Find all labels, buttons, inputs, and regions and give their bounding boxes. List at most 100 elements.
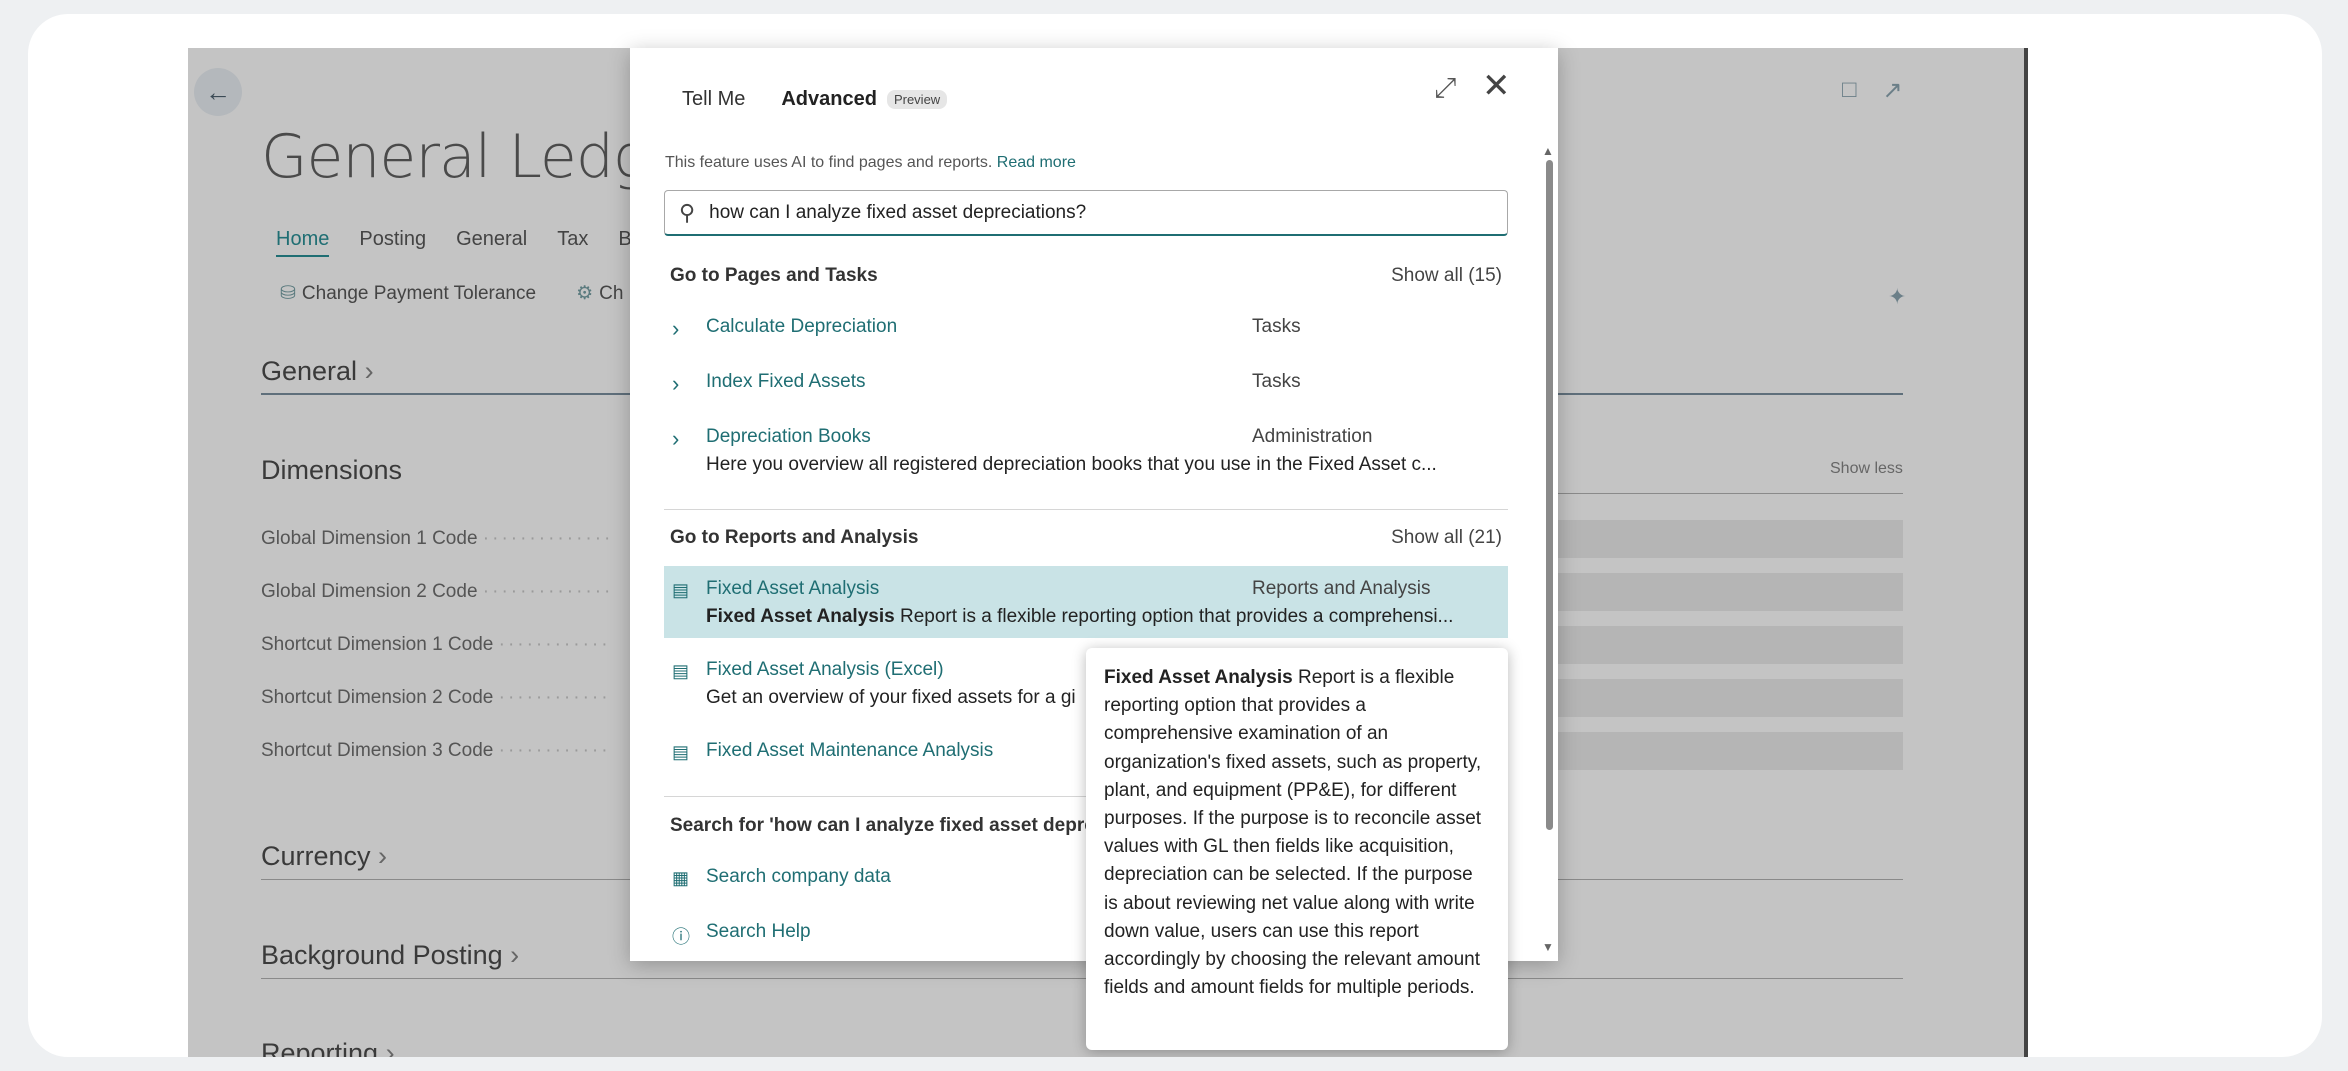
result-description-bold: Fixed Asset Analysis (706, 606, 895, 627)
tab-advanced[interactable]: Advanced Preview (781, 88, 948, 111)
action-bar: ⛁ Change Payment Tolerance ⚙ Ch (280, 282, 623, 305)
pages-group-title: Go to Pages and Tasks (670, 265, 878, 286)
field-label: Global Dimension 1 Code (261, 528, 478, 549)
reports-group-title: Go to Reports and Analysis (670, 527, 919, 548)
tooltip-bold: Fixed Asset Analysis (1104, 667, 1293, 688)
chevron-right-icon: › (672, 316, 680, 341)
report-doc-icon: ▤ (672, 742, 690, 762)
bookmark-icon[interactable]: □ (1842, 76, 1857, 105)
section-general[interactable]: General › (261, 356, 374, 387)
field-label: Global Dimension 2 Code (261, 581, 478, 602)
preview-badge: Preview (886, 90, 948, 109)
expand-icon[interactable]: ⤢ (1434, 72, 1456, 105)
field-global-dimension-1: Global Dimension 1 Code ·············· (261, 528, 614, 549)
field-input[interactable] (1538, 626, 1903, 664)
result-index-fixed-assets[interactable]: › Index Fixed Assets Tasks (664, 371, 1508, 401)
ai-note-text: This feature uses AI to find pages and r… (665, 154, 993, 171)
field-shortcut-dimension-2: Shortcut Dimension 2 Code ············ (261, 687, 611, 708)
result-description: Here you overview all registered depreci… (706, 454, 1437, 475)
result-name: Fixed Asset Maintenance Analysis (706, 740, 994, 761)
result-description-tooltip: Fixed Asset Analysis Report is a flexibl… (1086, 648, 1508, 1050)
help-circle-icon: ⓘ (672, 927, 690, 947)
group-divider (664, 509, 1508, 510)
field-shortcut-dimension-1: Shortcut Dimension 1 Code ············ (261, 634, 611, 655)
result-name: Depreciation Books (706, 426, 871, 447)
tab-posting[interactable]: Posting (359, 228, 426, 257)
pages-show-all-link[interactable]: Show all (15) (1391, 265, 1502, 287)
page-edge (2024, 48, 2028, 1057)
reports-show-all-link[interactable]: Show all (21) (1391, 527, 1502, 549)
field-label: Shortcut Dimension 3 Code (261, 740, 494, 761)
ai-search-icon: ⚲ (679, 199, 696, 225)
section-currency-label: Currency (261, 841, 371, 871)
tab-general[interactable]: General (456, 228, 527, 257)
search-group-title: Search for 'how can I analyze fixed asse… (670, 815, 1095, 836)
result-description-text: Report is a flexible reporting option th… (894, 606, 1454, 627)
back-button[interactable]: ← (194, 68, 242, 116)
result-category: Administration (1252, 426, 1373, 447)
tab-home[interactable]: Home (276, 228, 330, 257)
tab-advanced-label: Advanced (781, 88, 877, 110)
field-global-dimension-2: Global Dimension 2 Code ·············· (261, 581, 614, 602)
payment-icon: ⛁ (280, 283, 296, 304)
search-input[interactable]: ⚲ how can I analyze fixed asset deprecia… (664, 190, 1508, 236)
dialog-tabs: Tell Me Advanced Preview (682, 88, 948, 111)
section-reporting[interactable]: Reporting › (261, 1038, 395, 1057)
close-icon[interactable]: ✕ (1482, 66, 1511, 106)
result-fixed-asset-analysis[interactable]: ▤ Fixed Asset Analysis Reports and Analy… (664, 578, 1508, 638)
share-icon[interactable]: ↗ (1883, 76, 1903, 105)
tooltip-text: Report is a flexible reporting option th… (1104, 667, 1482, 999)
section-divider (1538, 493, 1903, 494)
read-more-link[interactable]: Read more (997, 154, 1076, 171)
section-currency[interactable]: Currency › (261, 841, 387, 872)
edit-icon: ⚙ (576, 283, 594, 304)
back-arrow-icon: ← (205, 76, 231, 107)
field-label: Shortcut Dimension 2 Code (261, 687, 494, 708)
result-name: Search Help (706, 921, 811, 942)
section-general-label: General (261, 356, 358, 386)
show-less-link[interactable]: Show less (1830, 460, 1903, 478)
field-input[interactable] (1538, 732, 1903, 770)
tab-tax[interactable]: Tax (557, 228, 588, 257)
field-input[interactable] (1538, 573, 1903, 611)
scrollbar-thumb[interactable] (1546, 160, 1553, 830)
result-name: Search company data (706, 866, 891, 887)
result-name: Index Fixed Assets (706, 371, 866, 392)
section-background-posting[interactable]: Background Posting › (261, 940, 519, 971)
chevron-right-icon: › (672, 371, 680, 396)
result-depreciation-books[interactable]: › Depreciation Books Administration Here… (664, 426, 1508, 486)
result-name: Calculate Depreciation (706, 316, 898, 337)
section-background-posting-label: Background Posting (261, 940, 503, 970)
report-doc-icon: ▤ (672, 661, 690, 681)
result-category: Tasks (1252, 316, 1301, 337)
scroll-down-arrow[interactable]: ▼ (1542, 940, 1554, 954)
field-shortcut-dimension-3: Shortcut Dimension 3 Code ············ (261, 740, 611, 761)
report-doc-icon: ▤ (672, 580, 690, 600)
section-reporting-label: Reporting (261, 1038, 379, 1057)
ai-note: This feature uses AI to find pages and r… (665, 154, 1076, 172)
building-icon: ▦ (672, 868, 690, 888)
search-input-value: how can I analyze fixed asset depreciati… (709, 201, 1087, 223)
result-calculate-depreciation[interactable]: › Calculate Depreciation Tasks (664, 316, 1508, 346)
field-input[interactable] (1538, 520, 1903, 558)
tab-tell-me[interactable]: Tell Me (682, 88, 745, 111)
ch-action[interactable]: ⚙ Ch (576, 282, 623, 305)
result-description: Fixed Asset Analysis Report is a flexibl… (706, 606, 1453, 628)
change-payment-tolerance-label: Change Payment Tolerance (301, 283, 537, 304)
result-description: Get an overview of your fixed assets for… (706, 687, 1076, 708)
section-dimensions[interactable]: Dimensions (261, 455, 402, 486)
window-frame: ← General Ledger Home Posting General Ta… (28, 14, 2322, 1057)
ch-action-label: Ch (599, 283, 624, 304)
field-input[interactable] (1538, 679, 1903, 717)
change-payment-tolerance-action[interactable]: ⛁ Change Payment Tolerance (280, 282, 536, 305)
result-name: Fixed Asset Analysis (706, 578, 880, 599)
action-tabs: Home Posting General Tax Ba (276, 228, 643, 257)
field-label: Shortcut Dimension 1 Code (261, 634, 494, 655)
result-name: Fixed Asset Analysis (Excel) (706, 659, 944, 680)
pin-icon[interactable]: ✦ (1888, 284, 1906, 310)
scroll-up-arrow[interactable]: ▲ (1542, 144, 1554, 158)
result-category: Tasks (1252, 371, 1301, 392)
result-category: Reports and Analysis (1252, 578, 1431, 599)
page-top-icons: □ ↗ (1842, 76, 1903, 105)
section-divider (261, 978, 1903, 979)
